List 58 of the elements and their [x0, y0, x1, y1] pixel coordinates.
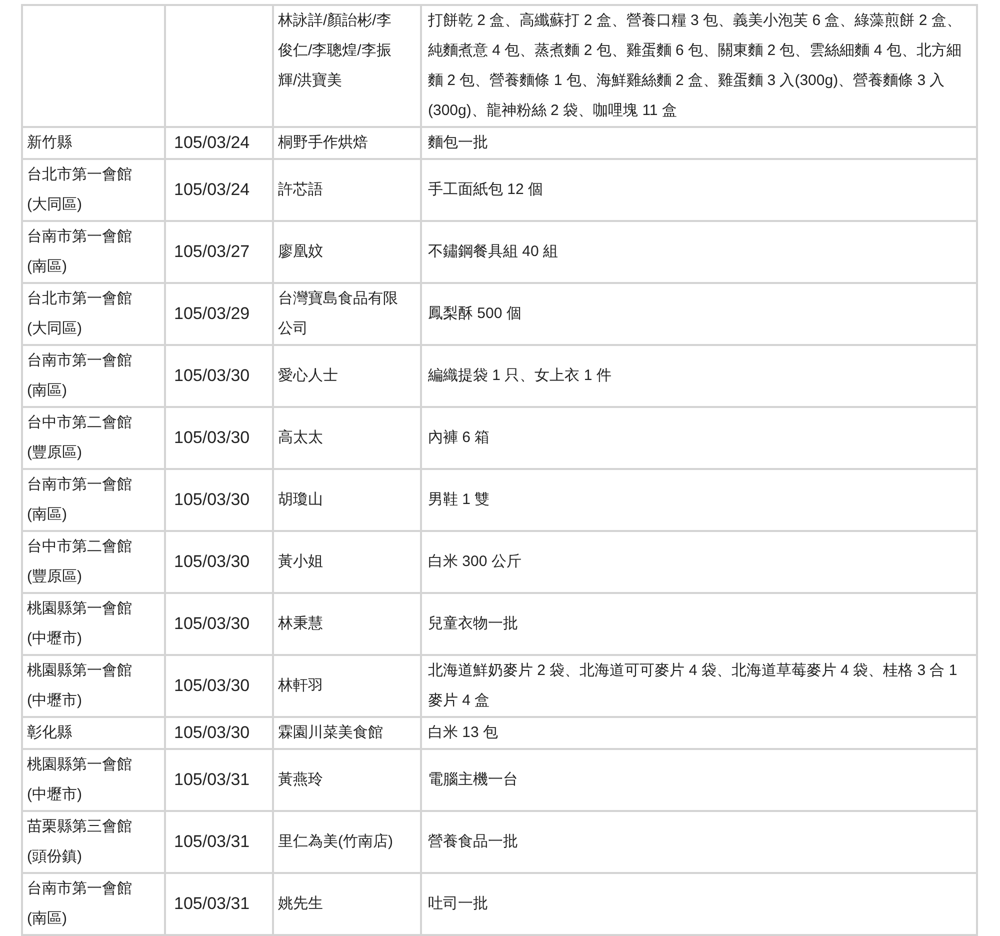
table-cell: 手工面紙包 12 個 — [421, 159, 977, 221]
table-cell: 台南市第一會館(南區) — [22, 469, 165, 531]
table-cell: 彰化縣 — [22, 717, 165, 749]
table-cell: 桃園縣第一會館(中壢市) — [22, 655, 165, 717]
table-cell: 男鞋 1 雙 — [421, 469, 977, 531]
table-cell: 里仁為美(竹南店) — [273, 811, 421, 873]
table-cell: 兒童衣物一批 — [421, 593, 977, 655]
table-cell: 林詠詳/顏詒彬/李俊仁/李聰煌/李振輝/洪寶美 — [273, 5, 421, 127]
table-cell: 105/03/30 — [165, 531, 273, 593]
table-cell: 台中市第二會館(豐原區) — [22, 407, 165, 469]
table-cell: 105/03/31 — [165, 749, 273, 811]
table-cell: 新竹縣 — [22, 127, 165, 159]
table-cell: 打餅乾 2 盒、高纖蘇打 2 盒、營養口糧 3 包、義美小泡芙 6 盒、綠藻煎餅 2 盒、純麵煮意 4 包、蒸煮麵 2 包、雞蛋麵 6 包、關東麵 2 包、雲絲細麵 4 包、北方細麵 2 包、營養麵條 1 包、海鮮雞絲麵 2 盒、雞蛋麵 3 入(300g)、營養麵條 3 入(300g)、龍神粉絲 2 袋、咖哩塊 11 盒 — [421, 5, 977, 127]
table-cell: 台灣寶島食品有限公司 — [273, 283, 421, 345]
table-cell: 姚先生 — [273, 873, 421, 935]
table-cell: 105/03/27 — [165, 221, 273, 283]
table-cell: 許芯語 — [273, 159, 421, 221]
table-cell: 苗栗縣第三會館(頭份鎮) — [22, 811, 165, 873]
table-cell: 105/03/31 — [165, 811, 273, 873]
table-cell: 105/03/29 — [165, 283, 273, 345]
table-cell: 吐司一批 — [421, 873, 977, 935]
table-cell: 胡瓊山 — [273, 469, 421, 531]
table-cell: 愛心人士 — [273, 345, 421, 407]
table-cell: 廖凰妏 — [273, 221, 421, 283]
table-cell: 麵包一批 — [421, 127, 977, 159]
table-cell: 不鏽鋼餐具組 40 組 — [421, 221, 977, 283]
table-cell: 霖園川菜美食館 — [273, 717, 421, 749]
table-cell: 白米 13 包 — [421, 717, 977, 749]
table-cell: 105/03/30 — [165, 717, 273, 749]
table-cell: 黃小姐 — [273, 531, 421, 593]
table-cell: 桃園縣第一會館(中壢市) — [22, 593, 165, 655]
table-cell: 台南市第一會館(南區) — [22, 345, 165, 407]
table-cell: 桃園縣第一會館(中壢市) — [22, 749, 165, 811]
table-cell: 105/03/24 — [165, 159, 273, 221]
table-cell: 105/03/30 — [165, 345, 273, 407]
table-cell: 桐野手作烘焙 — [273, 127, 421, 159]
table-cell: 北海道鮮奶麥片 2 袋、北海道可可麥片 4 袋、北海道草莓麥片 4 袋、桂格 3 合 1 麥片 4 盒 — [421, 655, 977, 717]
table-cell: 電腦主機一台 — [421, 749, 977, 811]
table-cell: 105/03/30 — [165, 593, 273, 655]
table-cell: 黃燕玲 — [273, 749, 421, 811]
table-cell: 白米 300 公斤 — [421, 531, 977, 593]
table-cell: 林軒羽 — [273, 655, 421, 717]
table-cell: 105/03/30 — [165, 469, 273, 531]
table-cell: 鳳梨酥 500 個 — [421, 283, 977, 345]
table-cell: 營養食品一批 — [421, 811, 977, 873]
table-cell: 105/03/30 — [165, 655, 273, 717]
table-cell: 105/03/31 — [165, 873, 273, 935]
table-cell: 高太太 — [273, 407, 421, 469]
table-cell: 台北市第一會館(大同區) — [22, 159, 165, 221]
table-cell: 105/03/30 — [165, 407, 273, 469]
table-cell: 內褲 6 箱 — [421, 407, 977, 469]
table-cell: 台南市第一會館(南區) — [22, 221, 165, 283]
table-cell: 編織提袋 1 只、女上衣 1 件 — [421, 345, 977, 407]
table-cell: 台中市第二會館(豐原區) — [22, 531, 165, 593]
table-cell: 林秉慧 — [273, 593, 421, 655]
table-cell: 台南市第一會館(南區) — [22, 873, 165, 935]
table-cell: 台北市第一會館(大同區) — [22, 283, 165, 345]
table-cell: 105/03/24 — [165, 127, 273, 159]
